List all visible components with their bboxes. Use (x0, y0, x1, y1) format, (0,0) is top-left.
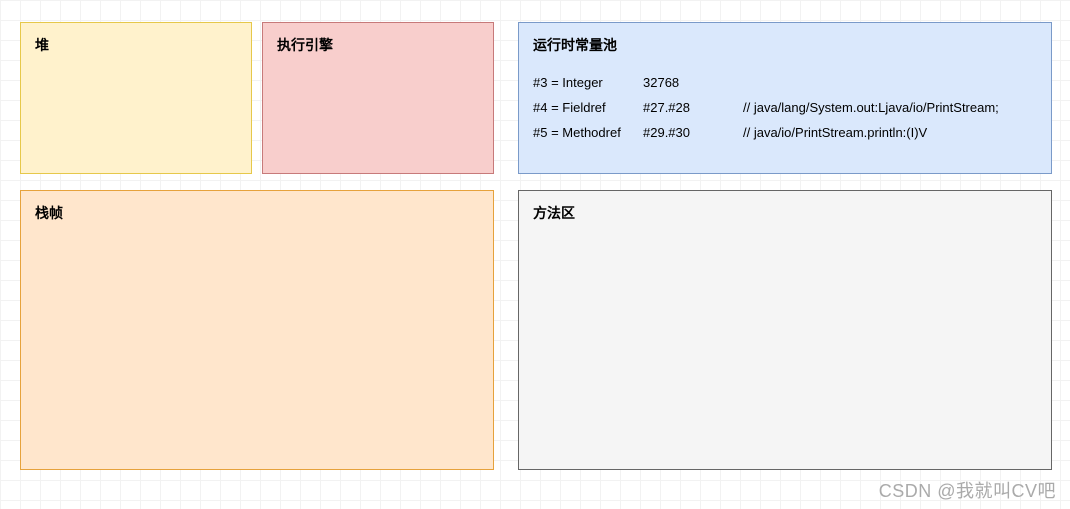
watermark: CSDN @我就叫CV吧 (879, 477, 1056, 503)
heap-box: 堆 (20, 22, 252, 174)
pool-row: #5 = Methodref #29.#30 // java/io/PrintS… (533, 125, 1037, 140)
pool-entry-ref: #27.#28 (643, 100, 743, 115)
pool-entry-ref: 32768 (643, 75, 743, 90)
runtime-constant-pool-box: 运行时常量池 #3 = Integer 32768 #4 = Fieldref … (518, 22, 1052, 174)
pool-entry-comment: // java/io/PrintStream.println:(I)V (743, 125, 1037, 140)
method-area-title: 方法区 (533, 203, 1037, 223)
heap-title: 堆 (35, 35, 237, 55)
method-area-box: 方法区 (518, 190, 1052, 470)
pool-entry-comment (743, 75, 1037, 90)
execution-engine-title: 执行引擎 (277, 35, 479, 55)
pool-entry-id: #3 = Integer (533, 75, 643, 90)
stack-frame-box: 栈帧 (20, 190, 494, 470)
stack-frame-title: 栈帧 (35, 203, 479, 223)
runtime-constant-pool-title: 运行时常量池 (533, 35, 1037, 55)
pool-entry-ref: #29.#30 (643, 125, 743, 140)
execution-engine-box: 执行引擎 (262, 22, 494, 174)
pool-row: #4 = Fieldref #27.#28 // java/lang/Syste… (533, 100, 1037, 115)
pool-entry-comment: // java/lang/System.out:Ljava/io/PrintSt… (743, 100, 1037, 115)
pool-entry-id: #5 = Methodref (533, 125, 643, 140)
pool-entry-id: #4 = Fieldref (533, 100, 643, 115)
pool-row: #3 = Integer 32768 (533, 75, 1037, 90)
